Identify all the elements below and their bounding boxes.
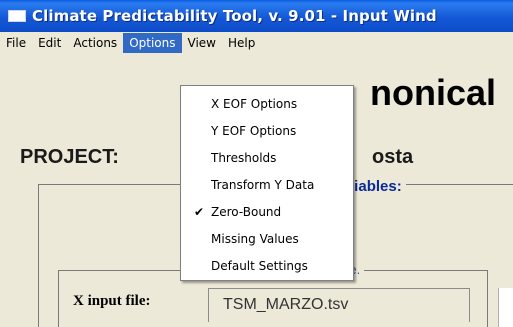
menu-item-label: X EOF Options xyxy=(211,97,298,111)
menu-file[interactable]: File xyxy=(0,33,32,53)
menu-item-label: Missing Values xyxy=(211,232,299,246)
menu-edit[interactable]: Edit xyxy=(32,33,67,53)
x-input-file-field[interactable]: TSM_MARZO.tsv xyxy=(208,288,470,322)
checkmark-icon: ✔ xyxy=(194,205,205,219)
x-input-file-label: X input file: xyxy=(73,293,151,309)
menu-item-x-eof-options[interactable]: X EOF Options xyxy=(181,91,353,118)
menu-help[interactable]: Help xyxy=(222,33,261,53)
options-dropdown-menu: X EOF Options Y EOF Options Thresholds T… xyxy=(180,85,354,281)
menu-item-label: Zero-Bound xyxy=(211,205,282,219)
menu-item-y-eof-options[interactable]: Y EOF Options xyxy=(181,118,353,145)
menu-options[interactable]: Options xyxy=(123,33,182,53)
menu-item-default-settings[interactable]: Default Settings xyxy=(181,253,353,280)
window-title: Climate Predictability Tool, v. 9.01 - I… xyxy=(32,7,437,25)
menu-item-label: Thresholds xyxy=(211,151,277,165)
menu-item-transform-y-data[interactable]: Transform Y Data xyxy=(181,172,353,199)
menu-item-thresholds[interactable]: Thresholds xyxy=(181,145,353,172)
app-window-icon xyxy=(8,10,26,22)
menu-view[interactable]: View xyxy=(182,33,222,53)
side-panel xyxy=(498,288,513,327)
menu-item-label: Y EOF Options xyxy=(211,124,297,138)
menu-actions[interactable]: Actions xyxy=(67,33,123,53)
page-heading: nonical xyxy=(370,72,497,113)
menu-bar: File Edit Actions Options View Help xyxy=(0,32,513,54)
project-name: osta xyxy=(372,146,414,168)
menu-item-label: Default Settings xyxy=(211,259,308,273)
project-label: PROJECT: xyxy=(20,146,119,168)
menu-item-zero-bound[interactable]: ✔ Zero-Bound xyxy=(181,199,353,226)
menu-item-missing-values[interactable]: Missing Values xyxy=(181,226,353,253)
menu-item-label: Transform Y Data xyxy=(211,178,315,192)
title-bar[interactable]: Climate Predictability Tool, v. 9.01 - I… xyxy=(0,0,513,32)
